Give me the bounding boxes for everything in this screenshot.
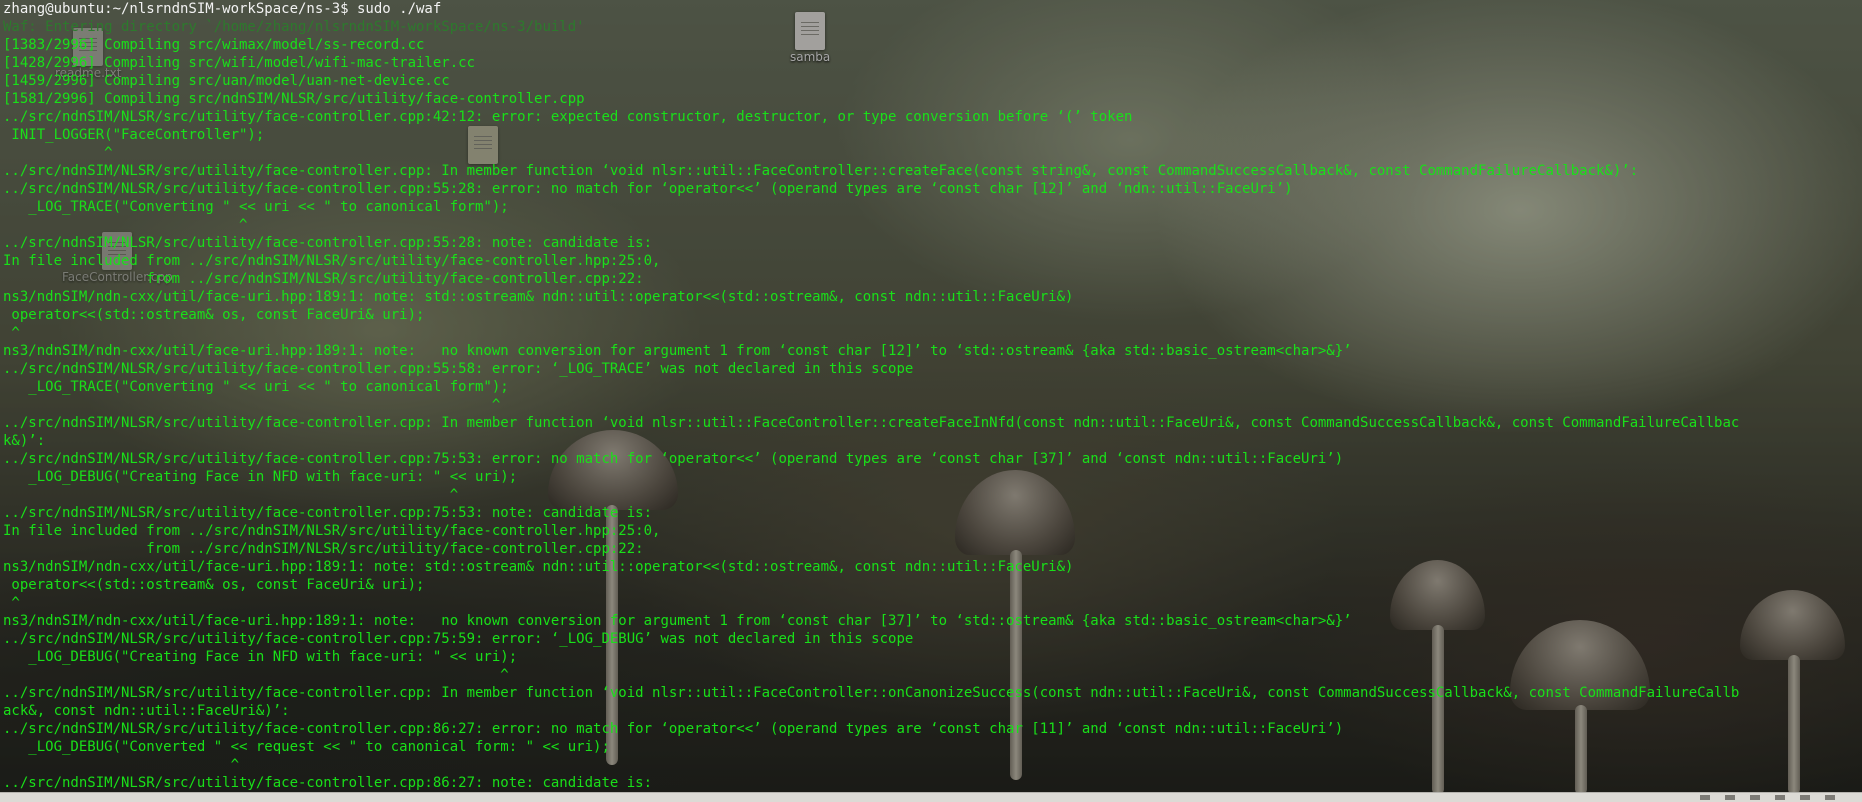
terminal-line: ../src/ndnSIM/NLSR/src/utility/face-cont… — [3, 361, 914, 377]
terminal-line: ns3/ndnSIM/ndn-cxx/util/face-uri.hpp:189… — [3, 559, 1074, 575]
terminal-line: ^ — [3, 217, 248, 233]
terminal-line: from ../src/ndnSIM/NLSR/src/utility/face… — [3, 271, 644, 287]
terminal-line: ^ — [3, 487, 459, 503]
terminal-output: zhang@ubuntu:~/nlsrndnSIM-workSpace/ns-3… — [3, 0, 1861, 792]
terminal-line: [1383/2996] Compiling src/wimax/model/ss… — [3, 37, 425, 53]
terminal-line: ns3/ndnSIM/ndn-cxx/util/face-uri.hpp:189… — [3, 613, 1352, 629]
terminal-line: ../src/ndnSIM/NLSR/src/utility/face-cont… — [3, 505, 653, 521]
terminal-line: ^ — [3, 757, 240, 773]
terminal-line: k&)’: — [3, 433, 46, 449]
terminal-line: ../src/ndnSIM/NLSR/src/utility/face-cont… — [3, 631, 914, 647]
terminal-prompt-line: zhang@ubuntu:~/nlsrndnSIM-workSpace/ns-3… — [3, 1, 442, 17]
terminal-line: [1428/2996] Compiling src/wifi/model/wif… — [3, 55, 476, 71]
terminal-line: _LOG_DEBUG("Converted " << request << " … — [3, 739, 610, 755]
terminal-line: ../src/ndnSIM/NLSR/src/utility/face-cont… — [3, 235, 653, 251]
terminal-line: ../src/ndnSIM/NLSR/src/utility/face-cont… — [3, 451, 1344, 467]
terminal-line: ack&, const ndn::util::FaceUri&)’: — [3, 703, 290, 719]
panel-indicator-icon[interactable] — [1700, 795, 1710, 800]
terminal-line: ^ — [3, 397, 501, 413]
terminal-line: ^ — [3, 145, 113, 161]
terminal-line: ns3/ndnSIM/ndn-cxx/util/face-uri.hpp:189… — [3, 343, 1352, 359]
terminal-line: _LOG_TRACE("Converting " << uri << " to … — [3, 379, 509, 395]
terminal-line: from ../src/ndnSIM/NLSR/src/utility/face… — [3, 541, 644, 557]
terminal-line: ../src/ndnSIM/NLSR/src/utility/face-cont… — [3, 109, 1133, 125]
terminal-line: ../src/ndnSIM/NLSR/src/utility/face-cont… — [3, 163, 1639, 179]
terminal-line: In file included from ../src/ndnSIM/NLSR… — [3, 523, 661, 539]
panel-indicator-icon[interactable] — [1725, 795, 1735, 800]
panel-indicator-icon[interactable] — [1825, 795, 1835, 800]
terminal-line: ns3/ndnSIM/ndn-cxx/util/face-uri.hpp:189… — [3, 289, 1074, 305]
terminal-line: _LOG_DEBUG("Creating Face in NFD with fa… — [3, 649, 518, 665]
terminal-line: ../src/ndnSIM/NLSR/src/utility/face-cont… — [3, 685, 1740, 701]
terminal-line: _LOG_DEBUG("Creating Face in NFD with fa… — [3, 469, 518, 485]
terminal-line: ../src/ndnSIM/NLSR/src/utility/face-cont… — [3, 721, 1344, 737]
terminal-line: ^ — [3, 595, 20, 611]
terminal-line: operator<<(std::ostream& os, const FaceU… — [3, 577, 425, 593]
terminal-line: ^ — [3, 667, 509, 683]
terminal-line: operator<<(std::ostream& os, const FaceU… — [3, 307, 425, 323]
panel-indicator-icon[interactable] — [1800, 795, 1810, 800]
panel-indicator-icon[interactable] — [1750, 795, 1760, 800]
terminal-line: ../src/ndnSIM/NLSR/src/utility/face-cont… — [3, 181, 1293, 197]
terminal-line: [1459/2996] Compiling src/uan/model/uan-… — [3, 73, 450, 89]
terminal-line: ^ — [3, 325, 20, 341]
terminal-line: ../src/ndnSIM/NLSR/src/utility/face-cont… — [3, 415, 1740, 431]
terminal-line: In file included from ../src/ndnSIM/NLSR… — [3, 253, 661, 269]
terminal-line: INIT_LOGGER("FaceController"); — [3, 127, 265, 143]
terminal-line: ../src/ndnSIM/NLSR/src/utility/face-cont… — [3, 775, 653, 791]
terminal-line: Waf: Entering directory `/home/zhang/nls… — [3, 19, 585, 35]
terminal-window[interactable]: zhang@ubuntu:~/nlsrndnSIM-workSpace/ns-3… — [0, 0, 1862, 792]
panel-indicator-icon[interactable] — [1775, 795, 1785, 800]
terminal-line: [1581/2996] Compiling src/ndnSIM/NLSR/sr… — [3, 91, 585, 107]
terminal-line: _LOG_TRACE("Converting " << uri << " to … — [3, 199, 509, 215]
